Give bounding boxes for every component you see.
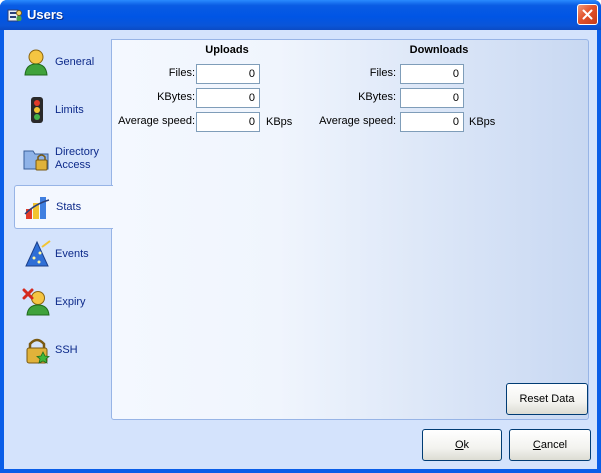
label-line-2: Access [55, 159, 91, 171]
dialog-client-area: General Limits Directory Access Stats Ev… [4, 30, 597, 469]
bar-chart-icon [23, 192, 53, 222]
title-bar[interactable]: Users [0, 0, 601, 30]
sidebar-item-label: Limits [55, 104, 84, 116]
users-dialog-window: Users General Limits Directory Access St… [0, 0, 601, 473]
sidebar-item-events[interactable]: Events [14, 233, 112, 277]
uploads-speed-label: Average speed: [118, 115, 195, 127]
stats-panel: Uploads Files: KBytes: Average speed: KB… [111, 39, 589, 420]
sidebar-item-label: Expiry [55, 296, 86, 308]
downloads-speed-unit: KBps [469, 116, 496, 128]
wizard-hat-icon [22, 239, 52, 269]
close-icon [582, 9, 593, 20]
sidebar-item-limits[interactable]: Limits [14, 89, 112, 133]
ok-button[interactable]: Ok [422, 429, 502, 461]
ok-accel: O [454, 439, 464, 451]
close-button[interactable] [577, 4, 598, 25]
user-icon [22, 47, 52, 77]
downloads-kbytes-input[interactable] [400, 88, 464, 108]
sidebar-item-ssh[interactable]: SSH [14, 329, 112, 373]
cancel-accel: C [532, 439, 541, 451]
window-title: Users [27, 7, 64, 22]
downloads-kbytes-label: KBytes: [358, 91, 396, 103]
sidebar-item-label: Stats [56, 201, 82, 213]
cancel-button[interactable]: Cancel [509, 429, 591, 461]
sidebar-item-label: Directory Access [55, 146, 99, 172]
user-expired-icon [22, 287, 52, 317]
downloads-files-label: Files: [369, 67, 396, 79]
sidebar-item-label: Events [55, 248, 89, 260]
uploads-files-label: Files: [168, 67, 195, 79]
ok-rest: k [463, 439, 470, 451]
uploads-speed-input[interactable] [196, 112, 260, 132]
uploads-kbytes-input[interactable] [196, 88, 260, 108]
uploads-kbytes-label: KBytes: [157, 91, 195, 103]
downloads-speed-input[interactable] [400, 112, 464, 132]
folder-lock-icon [22, 143, 52, 173]
label-line-1: Directory [55, 146, 100, 158]
uploads-files-input[interactable] [196, 64, 260, 84]
users-window-icon [7, 7, 23, 23]
sidebar-item-general[interactable]: General [14, 41, 112, 85]
sidebar-item-expiry[interactable]: Expiry [14, 281, 112, 325]
sidebar-item-directory-access[interactable]: Directory Access [14, 137, 112, 181]
padlock-star-icon [22, 335, 52, 365]
downloads-heading: Downloads [409, 44, 469, 56]
uploads-speed-unit: KBps [266, 116, 293, 128]
uploads-heading: Uploads [205, 44, 249, 56]
sidebar-item-label: General [55, 56, 95, 68]
reset-data-button[interactable]: Reset Data [506, 383, 588, 415]
cancel-rest: ancel [540, 439, 568, 451]
traffic-light-icon [22, 95, 52, 125]
sidebar-item-stats[interactable]: Stats [14, 185, 113, 229]
sidebar-item-label: SSH [55, 344, 78, 356]
sidebar: General Limits Directory Access Stats Ev… [4, 30, 113, 469]
downloads-files-input[interactable] [400, 64, 464, 84]
downloads-speed-label: Average speed: [319, 115, 396, 127]
